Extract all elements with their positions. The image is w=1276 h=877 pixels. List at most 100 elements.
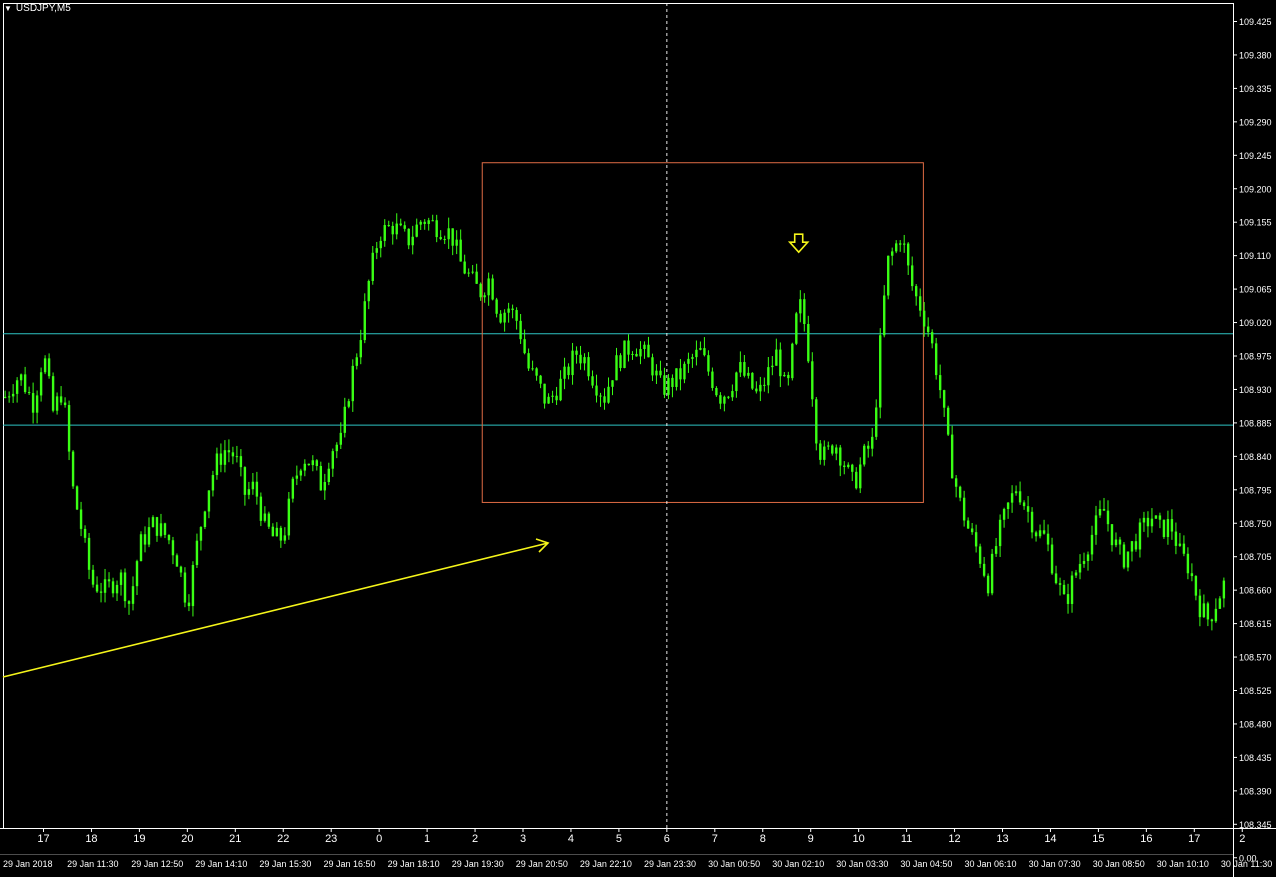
x-hour-tick-label: 8 bbox=[760, 833, 766, 845]
candle-body bbox=[1010, 493, 1014, 503]
chart-window[interactable]: 109.425 109.380 109.335 109.290 109.245 109.2… bbox=[0, 0, 1276, 877]
candle-body bbox=[1018, 491, 1022, 503]
candle-body bbox=[599, 395, 602, 397]
candle-body bbox=[711, 371, 714, 388]
candle-body bbox=[3, 396, 7, 398]
candle-body bbox=[579, 354, 582, 364]
candle-body bbox=[467, 272, 470, 274]
candle-body bbox=[559, 378, 562, 401]
candle-body bbox=[867, 445, 870, 449]
candle-body bbox=[27, 392, 31, 394]
candle-body bbox=[15, 380, 19, 394]
candle-body bbox=[843, 465, 846, 467]
y-tick-label: 108.795 bbox=[1239, 485, 1272, 495]
candle-body bbox=[427, 220, 430, 224]
candle-body bbox=[831, 445, 834, 454]
y-tick-label: 109.020 bbox=[1239, 318, 1272, 328]
candle-body bbox=[687, 358, 690, 364]
candle-body bbox=[1110, 524, 1114, 546]
candle-body bbox=[663, 375, 666, 395]
candle-body bbox=[871, 436, 874, 449]
candle-body bbox=[615, 355, 618, 381]
candle-body bbox=[1002, 509, 1006, 520]
candle-body bbox=[123, 572, 127, 602]
candle-body bbox=[787, 374, 790, 379]
candle-body bbox=[1162, 519, 1166, 538]
candle-body bbox=[755, 388, 758, 392]
y-tick-label: 109.380 bbox=[1239, 50, 1272, 60]
x-date-tick-label: 29 Jan 16:50 bbox=[324, 859, 376, 869]
candle-body bbox=[946, 407, 950, 435]
y-tick-label: 108.840 bbox=[1239, 452, 1272, 462]
candle-body bbox=[143, 534, 147, 545]
candle-body bbox=[503, 312, 506, 323]
x-date-tick-label: 30 Jan 11:30 bbox=[1221, 859, 1272, 869]
candle-body bbox=[623, 340, 626, 368]
candle-body bbox=[739, 362, 742, 373]
candle-body bbox=[763, 384, 766, 386]
candle-body bbox=[247, 489, 251, 495]
candle-body bbox=[79, 509, 83, 529]
candle-body bbox=[970, 528, 974, 533]
candle-body bbox=[155, 517, 159, 536]
candle-body bbox=[59, 396, 63, 403]
chart-title-bar: ▼ USDJPY,M5 bbox=[4, 3, 71, 14]
down-arrow-marker-icon[interactable] bbox=[787, 233, 810, 254]
candle-body bbox=[743, 362, 746, 376]
candle-body bbox=[223, 450, 227, 465]
candle-body bbox=[67, 405, 71, 452]
candle-body bbox=[775, 349, 778, 366]
candle-body bbox=[1114, 539, 1118, 546]
candle-body bbox=[219, 453, 223, 465]
candle-body bbox=[519, 320, 522, 340]
candle-body bbox=[1078, 563, 1082, 573]
candle-body bbox=[779, 349, 782, 377]
candle-body bbox=[87, 537, 91, 570]
x-hour-tick-label: 1 bbox=[424, 833, 430, 845]
y-tick-label: 109.155 bbox=[1239, 218, 1272, 228]
x-hour-tick-label: 6 bbox=[664, 833, 670, 845]
candle-body bbox=[347, 401, 350, 407]
candle-body bbox=[922, 310, 926, 327]
trend-arrow-line[interactable] bbox=[2, 542, 549, 678]
chart-canvas[interactable]: 109.425 109.380 109.335 109.290 109.245 109.2… bbox=[0, 0, 1276, 877]
candle-body bbox=[311, 460, 315, 466]
dropdown-triangle-icon[interactable]: ▼ bbox=[4, 4, 12, 13]
candle-body bbox=[531, 368, 534, 370]
candle-body bbox=[1058, 583, 1062, 585]
candle-body bbox=[683, 363, 686, 380]
candle-body bbox=[855, 471, 858, 489]
candle-body bbox=[895, 243, 898, 252]
x-date-tick-label: 29 Jan 19:30 bbox=[452, 859, 504, 869]
candle-body bbox=[95, 584, 99, 592]
candle-body bbox=[567, 366, 570, 376]
candle-body bbox=[395, 223, 398, 235]
candle-body bbox=[359, 340, 362, 358]
candle-body bbox=[115, 584, 119, 594]
candle-body bbox=[1066, 594, 1070, 604]
candle-body bbox=[679, 368, 682, 380]
x-date-tick-label: 29 Jan 20:50 bbox=[516, 859, 568, 869]
candle-body bbox=[299, 470, 303, 476]
candle-body bbox=[199, 527, 203, 541]
candle-body bbox=[251, 481, 255, 490]
candle-body bbox=[695, 349, 698, 358]
candle-body bbox=[643, 344, 646, 350]
range-rectangle[interactable] bbox=[481, 162, 924, 503]
candle-body bbox=[819, 443, 822, 460]
candle-body bbox=[19, 374, 23, 381]
candle-body bbox=[639, 349, 642, 357]
y-tick-label: 109.335 bbox=[1239, 84, 1272, 94]
candle-body bbox=[371, 252, 374, 282]
candle-body bbox=[415, 224, 418, 237]
x-hour-tick-label: 23 bbox=[325, 833, 337, 845]
candle-body bbox=[1194, 576, 1198, 596]
candle-body bbox=[1210, 619, 1214, 622]
candle-body bbox=[195, 540, 199, 566]
candle-body bbox=[731, 391, 734, 398]
candle-body bbox=[211, 475, 215, 491]
candle-body bbox=[75, 486, 79, 510]
candle-body bbox=[267, 513, 271, 527]
candle-body bbox=[962, 497, 966, 521]
candle-body bbox=[375, 248, 378, 253]
